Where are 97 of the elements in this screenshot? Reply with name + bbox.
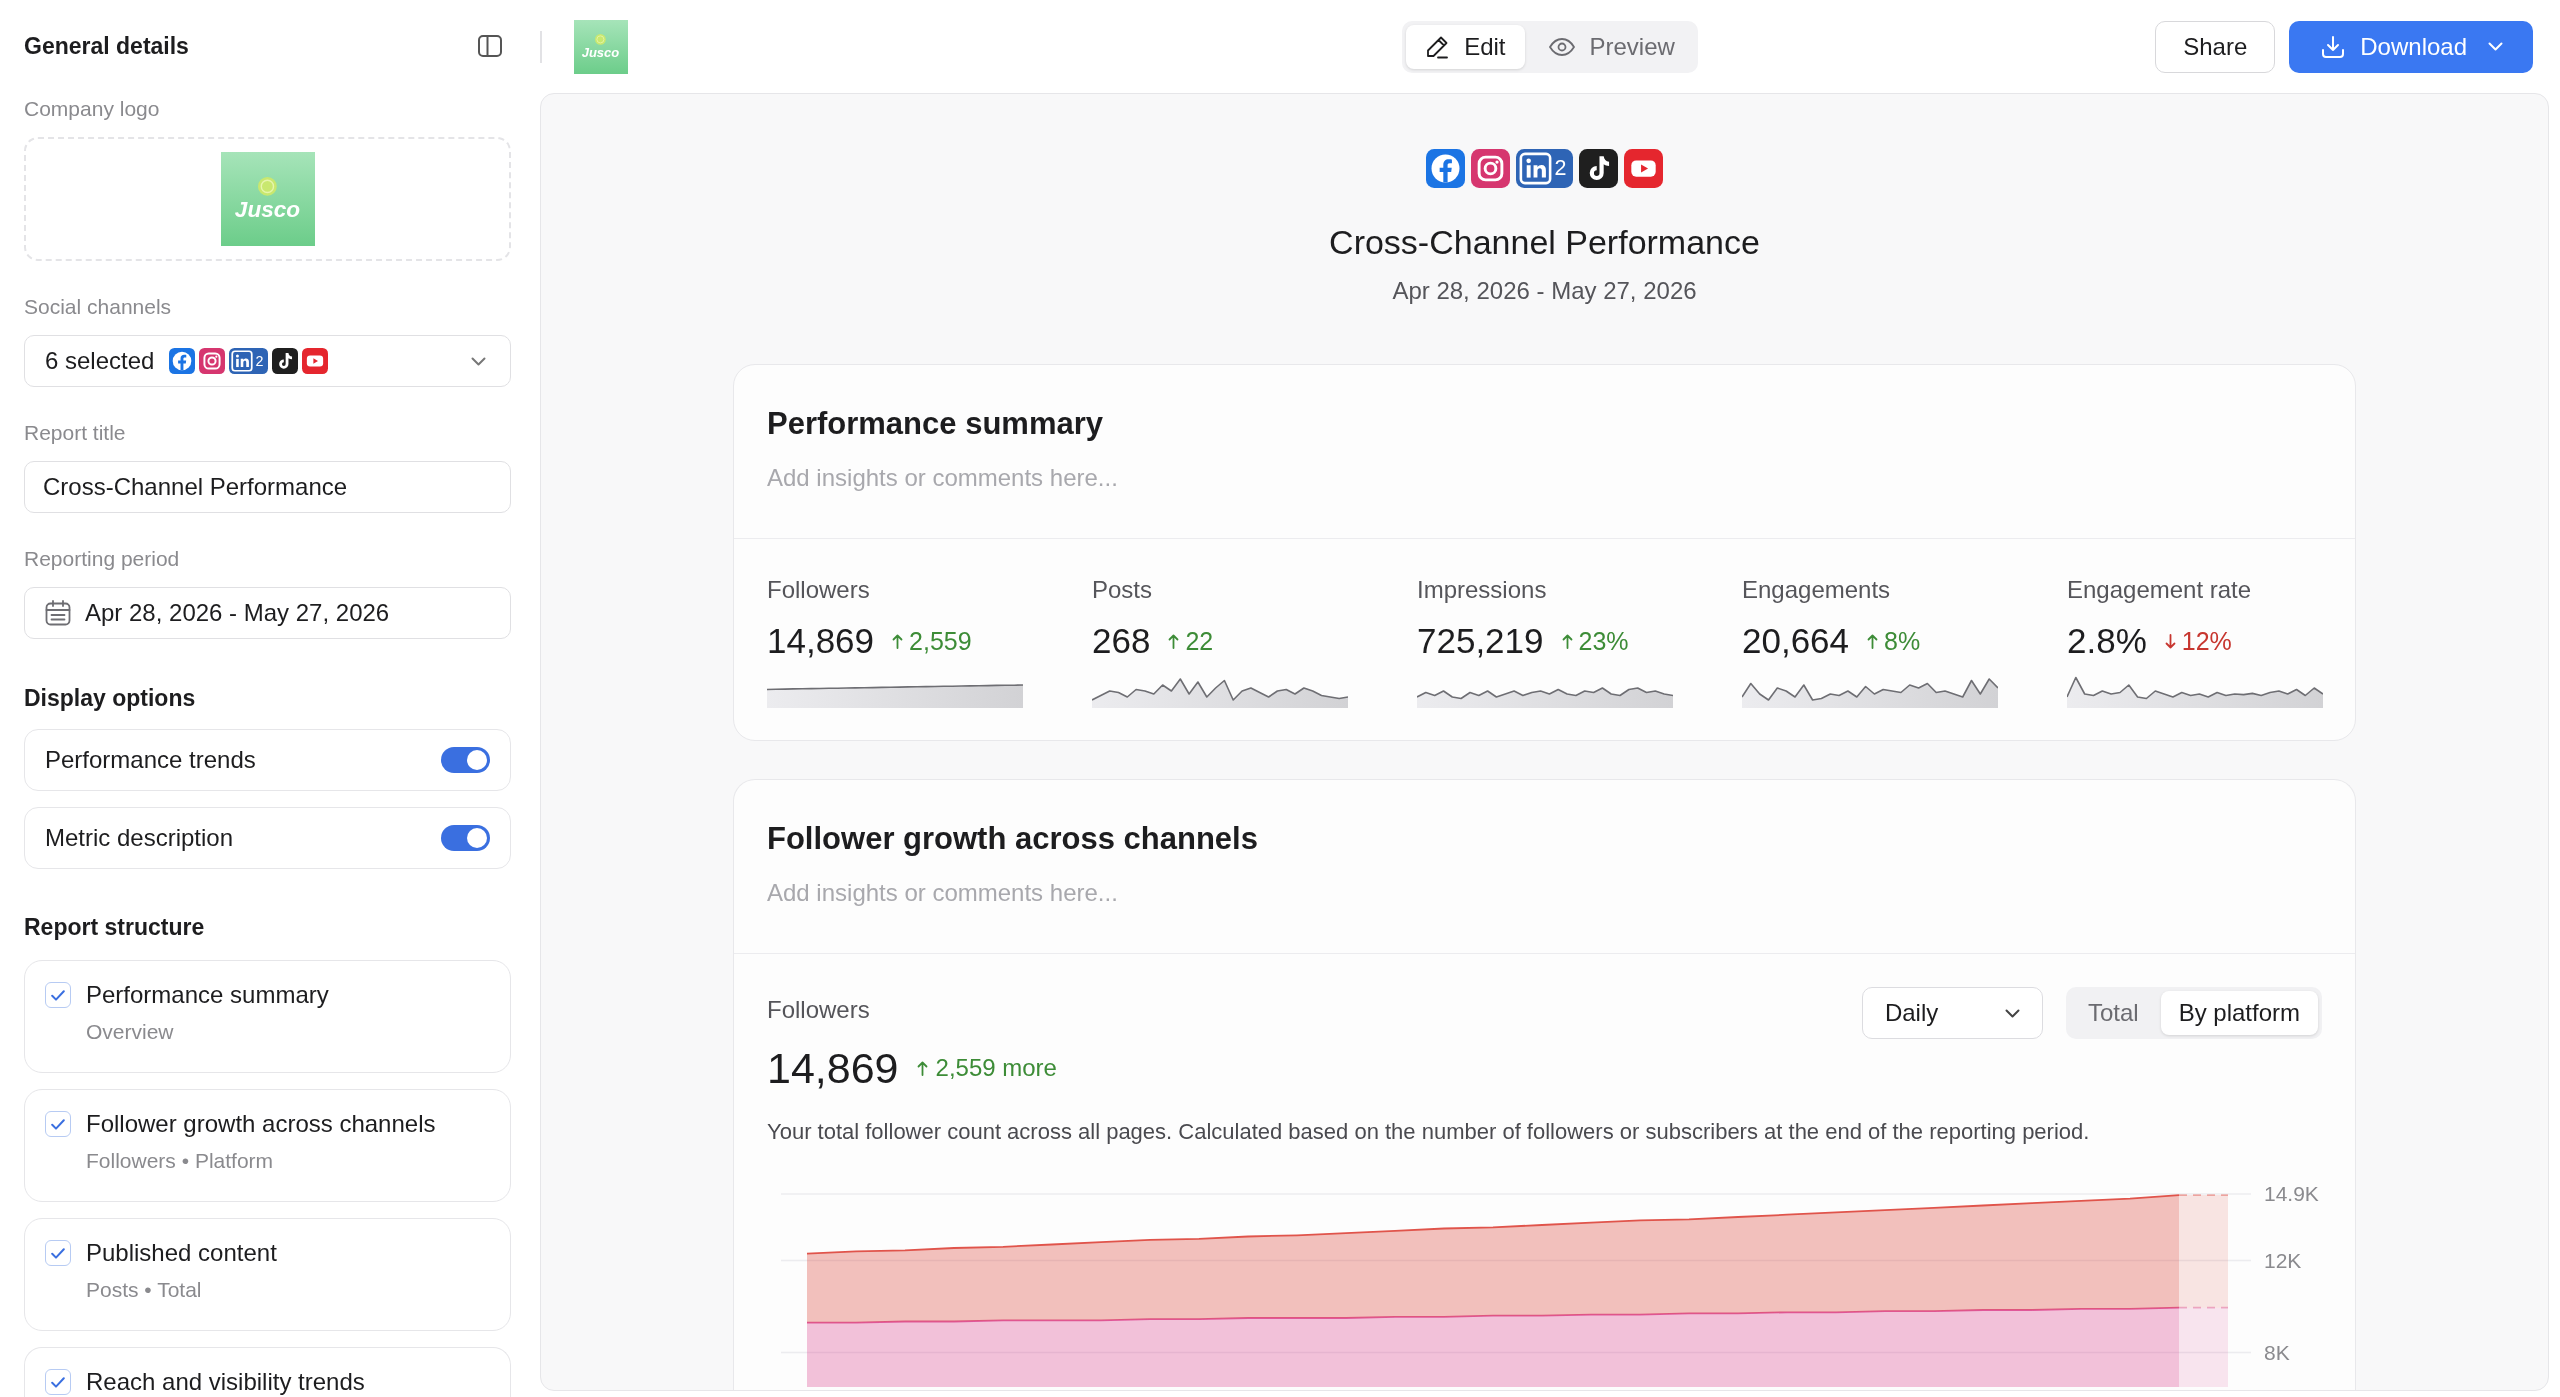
arrow-down-icon	[2164, 633, 2176, 649]
axis-tick-label: 8K	[2264, 1340, 2290, 1364]
logo-mark-icon	[595, 33, 606, 45]
arrow-up-icon	[1168, 633, 1180, 649]
structure-card[interactable]: Reach and visibility trends	[24, 1347, 511, 1397]
structure-card-subtitle: Posts • Total	[86, 1277, 203, 1303]
structure-card[interactable]: Follower growth across channels Followers • Platform	[24, 1089, 511, 1202]
instagram-icon	[199, 348, 226, 374]
view-tab[interactable]: By platform	[2160, 991, 2318, 1035]
checkbox[interactable]	[45, 1111, 71, 1137]
date-range-field[interactable]: Apr 28, 2026 - May 27, 2026	[24, 587, 511, 639]
structure-card-title: Performance summary	[86, 981, 330, 1009]
view-tab[interactable]: Total	[2069, 991, 2157, 1035]
metric-label: Engagements	[1742, 576, 1892, 604]
report-period: Apr 28, 2026 - May 27, 2026	[1392, 276, 1697, 306]
report-title-input[interactable]: Cross-Channel Performance	[24, 461, 511, 513]
field-label: Report title	[24, 420, 127, 446]
metric-change: 23%	[1578, 626, 1629, 656]
metric-label: Engagement rate	[2067, 576, 2253, 604]
tiktok-icon	[1579, 149, 1619, 188]
structure-card[interactable]: Published content Posts • Total	[24, 1218, 511, 1331]
check-icon	[51, 1376, 65, 1388]
logo-text: Jusco	[234, 198, 301, 222]
channel-count: 2	[1554, 157, 1567, 180]
checkbox[interactable]	[45, 1369, 71, 1395]
checkbox[interactable]	[45, 982, 71, 1008]
logo-mark-icon	[258, 176, 277, 196]
share-button[interactable]: Share	[2155, 20, 2276, 73]
download-button[interactable]: Download	[2289, 20, 2533, 73]
metric-value: 14,869	[767, 621, 875, 661]
structure-card-title: Reach and visibility trends	[86, 1368, 366, 1396]
option-label: Metric description	[45, 824, 234, 852]
interval-select[interactable]: Daily	[1861, 987, 2043, 1039]
metric-label: Impressions	[1417, 576, 1548, 604]
instagram-icon	[1470, 149, 1510, 188]
field-label: Reporting period	[24, 546, 181, 572]
report-title: Cross-Channel Performance	[1329, 222, 1760, 263]
toggle-switch[interactable]	[441, 747, 490, 773]
panel-toggle-icon[interactable]	[478, 35, 502, 57]
eye-icon	[1548, 37, 1575, 56]
mode-tab[interactable]: Edit	[1406, 24, 1525, 69]
axis-tick-label: 14.9K	[2264, 1182, 2319, 1205]
metric-label: Posts	[1092, 576, 1154, 604]
linkedin-icon	[229, 348, 256, 374]
arrow-up-icon	[1561, 633, 1573, 649]
check-icon	[51, 1247, 65, 1259]
field-label: Social channels	[24, 294, 173, 320]
arrow-up-icon	[892, 633, 904, 649]
metric-change: 22	[1185, 626, 1214, 656]
metric-value: 20,664	[1742, 621, 1850, 661]
metric-value: 268	[1092, 621, 1151, 661]
pencil-icon	[1425, 34, 1450, 59]
metric-value: 725,219	[1417, 621, 1544, 661]
mode-tab[interactable]: Preview	[1529, 24, 1694, 69]
facebook-icon	[1425, 149, 1465, 188]
axis-tick-label: 12K	[2264, 1248, 2302, 1272]
chevron-down-icon	[2488, 42, 2503, 51]
structure-card-title: Published content	[86, 1239, 278, 1267]
calendar-icon	[45, 600, 71, 626]
metric-label: Followers	[767, 996, 871, 1024]
chevron-down-icon	[2004, 1008, 2020, 1018]
metric-description: Your total follower count across all pages. Calculated based on the number of followers or subscribers at the end of the reporting period.	[767, 1118, 2091, 1146]
metric-change: 2,559 more	[935, 1054, 1057, 1082]
toggle-switch[interactable]	[441, 825, 490, 851]
metric-label: Followers	[767, 576, 871, 604]
structure-card-subtitle: Overview	[86, 1019, 175, 1045]
chevron-down-icon	[471, 356, 486, 366]
section-heading: Display options	[24, 684, 197, 713]
checkbox[interactable]	[45, 1240, 71, 1266]
metric-change: 8%	[1884, 626, 1921, 656]
structure-card-title: Follower growth across channels	[86, 1110, 437, 1138]
channels-select[interactable]: 6 selected 2	[24, 335, 511, 387]
section-heading: Report structure	[24, 913, 206, 942]
check-icon	[51, 1118, 65, 1130]
panel-title: General details	[24, 32, 189, 60]
logo-text: Jusco	[581, 46, 620, 60]
tiktok-icon	[272, 348, 299, 374]
metric-value: 14,869	[767, 1043, 899, 1093]
arrow-up-icon	[1867, 633, 1879, 649]
insights-field[interactable]: Add insights or comments here...	[767, 463, 2322, 493]
arrow-up-icon	[916, 1060, 928, 1076]
field-label: Company logo	[24, 96, 161, 122]
section-title: Follower growth across channels	[767, 820, 1259, 858]
youtube-icon	[302, 348, 329, 374]
metric-change: 12%	[2181, 626, 2232, 656]
section-title: Performance summary	[767, 405, 1104, 443]
check-icon	[51, 989, 65, 1001]
facebook-icon	[169, 348, 196, 374]
insights-field[interactable]: Add insights or comments here...	[767, 878, 2322, 908]
metric-change: 2,559	[909, 626, 972, 656]
youtube-icon	[1624, 149, 1664, 188]
option-label: Performance trends	[45, 746, 256, 774]
download-icon	[2321, 34, 2346, 59]
metric-value: 2.8%	[2067, 621, 2147, 661]
channel-count: 2	[255, 353, 264, 369]
structure-card-subtitle: Followers • Platform	[86, 1148, 275, 1174]
structure-card[interactable]: Performance summary Overview	[24, 960, 511, 1073]
